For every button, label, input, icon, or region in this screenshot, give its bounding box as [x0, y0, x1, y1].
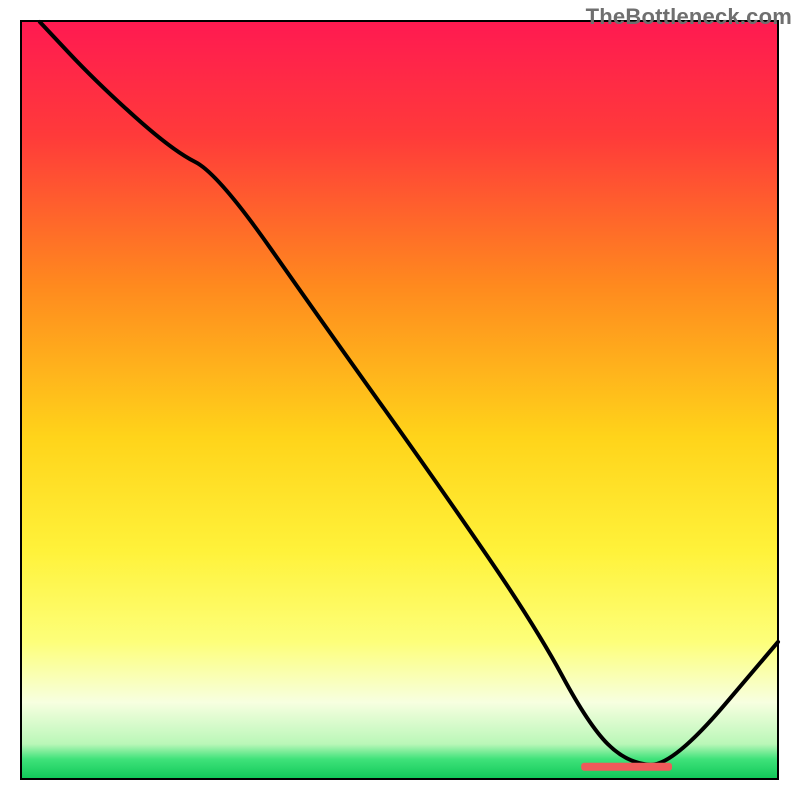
chart-svg — [0, 0, 800, 800]
marker-band — [581, 763, 672, 771]
plot-area — [21, 21, 778, 779]
watermark-text: TheBottleneck.com — [586, 4, 792, 30]
chart-container: TheBottleneck.com — [0, 0, 800, 800]
gradient-background — [21, 22, 778, 778]
